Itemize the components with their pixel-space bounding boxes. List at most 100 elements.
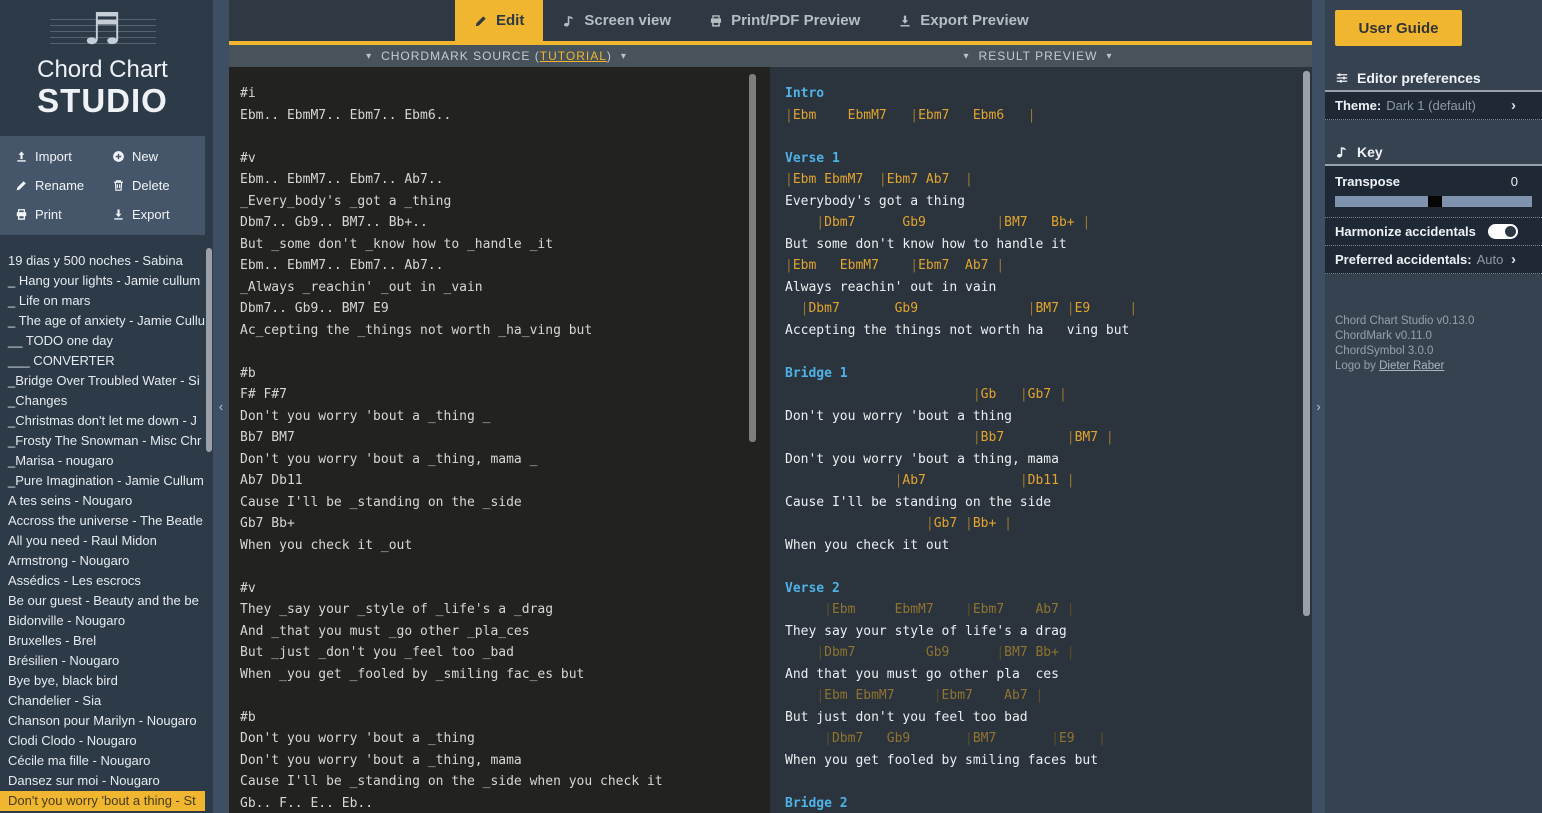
song-item[interactable]: Armstrong - Nougaro: [0, 551, 205, 571]
song-item[interactable]: _Frosty The Snowman - Misc Chr: [0, 431, 205, 451]
song-item[interactable]: Bruxelles - Brel: [0, 631, 205, 651]
brand-line2: STUDIO: [37, 82, 168, 119]
result-preview-panel: Intro |Ebm EbmM7 |Ebm7 Ebm6 | Verse 1 |Ebm …: [770, 67, 1312, 813]
tutorial-link[interactable]: TUTORIAL: [540, 49, 607, 63]
rename-button[interactable]: Rename: [15, 178, 112, 193]
logo-credit-link[interactable]: Dieter Raber: [1379, 360, 1444, 372]
lyric-line: But just don't you feel too bad: [785, 709, 1028, 725]
song-item[interactable]: _Pure Imagination - Jamie Cullum: [0, 471, 205, 491]
editor-preferences-rows: Theme: Dark 1 (default) ›: [1325, 90, 1542, 120]
chord-line: |Ebm EbmM7 |Ebm7 Ebm6 |: [785, 107, 1036, 123]
harmonize-accidentals-row[interactable]: Harmonize accidentals: [1325, 218, 1542, 246]
song-item[interactable]: Assédics - Les escrocs: [0, 571, 205, 591]
chevron-right-icon: ›: [1511, 251, 1516, 268]
theme-setting-row[interactable]: Theme: Dark 1 (default) ›: [1325, 92, 1542, 120]
export-button[interactable]: Export: [112, 207, 190, 222]
delete-button[interactable]: Delete: [112, 178, 190, 193]
upload-icon: [15, 150, 28, 163]
user-guide-button[interactable]: User Guide: [1335, 10, 1462, 46]
lyric-line: But some don't know how to handle it: [785, 236, 1067, 252]
song-item[interactable]: Cécile ma fille - Nougaro: [0, 751, 205, 771]
song-item[interactable]: ___ CONVERTER: [0, 351, 205, 371]
chevron-right-icon: ›: [1316, 399, 1321, 414]
action-label: Delete: [132, 178, 170, 193]
tab-print-pdf-preview[interactable]: Print/PDF Preview: [690, 0, 879, 41]
song-item[interactable]: Bye bye, black bird: [0, 671, 205, 691]
library-scrollbar[interactable]: [205, 0, 213, 813]
footer-line: ChordSymbol 3.0.0: [1335, 345, 1434, 357]
song-item[interactable]: _ Hang your lights - Jamie cullum: [0, 271, 205, 291]
view-tabbar: Edit Screen view Print/PDF Preview Export P…: [229, 0, 1312, 45]
song-item[interactable]: A tes seins - Nougaro: [0, 491, 205, 511]
panel-divider: [758, 67, 770, 813]
result-scrollbar-thumb[interactable]: [1303, 71, 1310, 616]
song-item[interactable]: Chanson pour Marilyn - Nougaro: [0, 711, 205, 731]
song-item[interactable]: __ TODO one day: [0, 331, 205, 351]
preferred-value: Auto: [1476, 252, 1504, 267]
song-item[interactable]: Brésilien - Nougaro: [0, 651, 205, 671]
section-heading: Verse 2: [785, 580, 840, 596]
collapse-left-handle[interactable]: ‹: [213, 0, 229, 813]
song-item[interactable]: Bidonville - Nougaro: [0, 611, 205, 631]
chord-line: |Bb7 |BM7 |: [972, 430, 1114, 445]
transpose-slider[interactable]: [1335, 196, 1532, 207]
footer-line: Chord Chart Studio v0.13.0: [1335, 315, 1475, 327]
chevron-down-icon[interactable]: ▾: [621, 51, 627, 62]
download-icon: [112, 208, 125, 221]
source-scrollbar-thumb[interactable]: [749, 74, 756, 442]
plus-icon: [112, 150, 125, 163]
brand-line1: Chord Chart: [37, 56, 168, 83]
lyric-line: When you get fooled by smiling faces but: [785, 752, 1099, 768]
import-button[interactable]: Import: [15, 149, 112, 164]
song-item[interactable]: 19 dias y 500 noches - Sabina: [0, 251, 205, 271]
song-item[interactable]: _Marisa - nougaro: [0, 451, 205, 471]
song-item[interactable]: _Christmas don't let me down - J: [0, 411, 205, 431]
print-button[interactable]: Print: [15, 207, 112, 222]
song-item[interactable]: Don't you worry 'bout a thing - St: [0, 791, 205, 811]
song-item[interactable]: _Changes: [0, 391, 205, 411]
song-item[interactable]: Clodi Clodo - Nougaro: [0, 731, 205, 751]
key-rows: Transpose 0 Harmonize accidentals Prefer…: [1325, 164, 1542, 274]
song-item[interactable]: Accross the universe - The Beatle: [0, 511, 205, 531]
result-panel-title: RESULT PREVIEW: [978, 49, 1098, 63]
song-item[interactable]: All you need - Raul Midon: [0, 531, 205, 551]
theme-value: Dark 1 (default): [1386, 98, 1476, 113]
tab-edit[interactable]: Edit: [455, 0, 544, 41]
chevron-down-icon[interactable]: ▾: [1106, 51, 1112, 62]
chevron-down-icon[interactable]: ▾: [964, 51, 970, 62]
tab-label: Export Preview: [920, 12, 1029, 29]
song-item[interactable]: _Bridge Over Troubled Water - Si: [0, 371, 205, 391]
sliders-icon: [1335, 71, 1349, 85]
chevron-left-icon: ‹: [218, 399, 224, 414]
source-editor[interactable]: #i Ebm.. EbmM7.. Ebm7.. Ebm6.. #v Ebm.. …: [229, 67, 758, 813]
song-item[interactable]: Be our guest - Beauty and the be: [0, 591, 205, 611]
tab-screen-view[interactable]: Screen view: [543, 0, 690, 41]
collapse-right-handle[interactable]: ›: [1312, 0, 1325, 813]
theme-label: Theme:: [1335, 98, 1382, 113]
song-item[interactable]: _ Life on mars: [0, 291, 205, 311]
source-panel-title: CHORDMARK SOURCE (TUTORIAL): [381, 49, 612, 63]
result-preview: Intro |Ebm EbmM7 |Ebm7 Ebm6 | Verse 1 |Ebm …: [785, 83, 1298, 813]
tab-export-preview[interactable]: Export Preview: [879, 0, 1047, 41]
song-item[interactable]: Dansez sur moi - Nougaro: [0, 771, 205, 791]
chord-line-dim: |Ebm EbmM7 |Ebm7 Ab7 |: [816, 688, 1044, 703]
action-label: Export: [132, 207, 170, 222]
action-label: Import: [35, 149, 72, 164]
note-icon: [1335, 145, 1349, 159]
song-item[interactable]: Chandelier - Sia: [0, 691, 205, 711]
chord-line: |Ebm EbmM7 |Ebm7 Ab7 |: [785, 258, 1005, 273]
transpose-slider-thumb[interactable]: [1427, 196, 1442, 207]
preferred-accidentals-row[interactable]: Preferred accidentals: Auto ›: [1325, 246, 1542, 274]
song-item[interactable]: _ The age of anxiety - Jamie Cullu: [0, 311, 205, 331]
section-heading: Bridge 2: [785, 795, 848, 811]
harmonize-toggle[interactable]: [1488, 224, 1518, 239]
chevron-down-icon[interactable]: ▾: [366, 51, 372, 62]
new-button[interactable]: New: [112, 149, 190, 164]
lyric-line: Everybody's got a thing: [785, 193, 966, 209]
library-scrollbar-thumb[interactable]: [206, 248, 212, 452]
tab-label: Print/PDF Preview: [731, 12, 861, 29]
printer-icon: [709, 14, 723, 28]
chordmark-source-panel: #i Ebm.. EbmM7.. Ebm7.. Ebm6.. #v Ebm.. …: [229, 67, 758, 813]
chord-line-dim: |Dbm7 Gb9 |BM7 Bb+ |: [816, 645, 1075, 660]
